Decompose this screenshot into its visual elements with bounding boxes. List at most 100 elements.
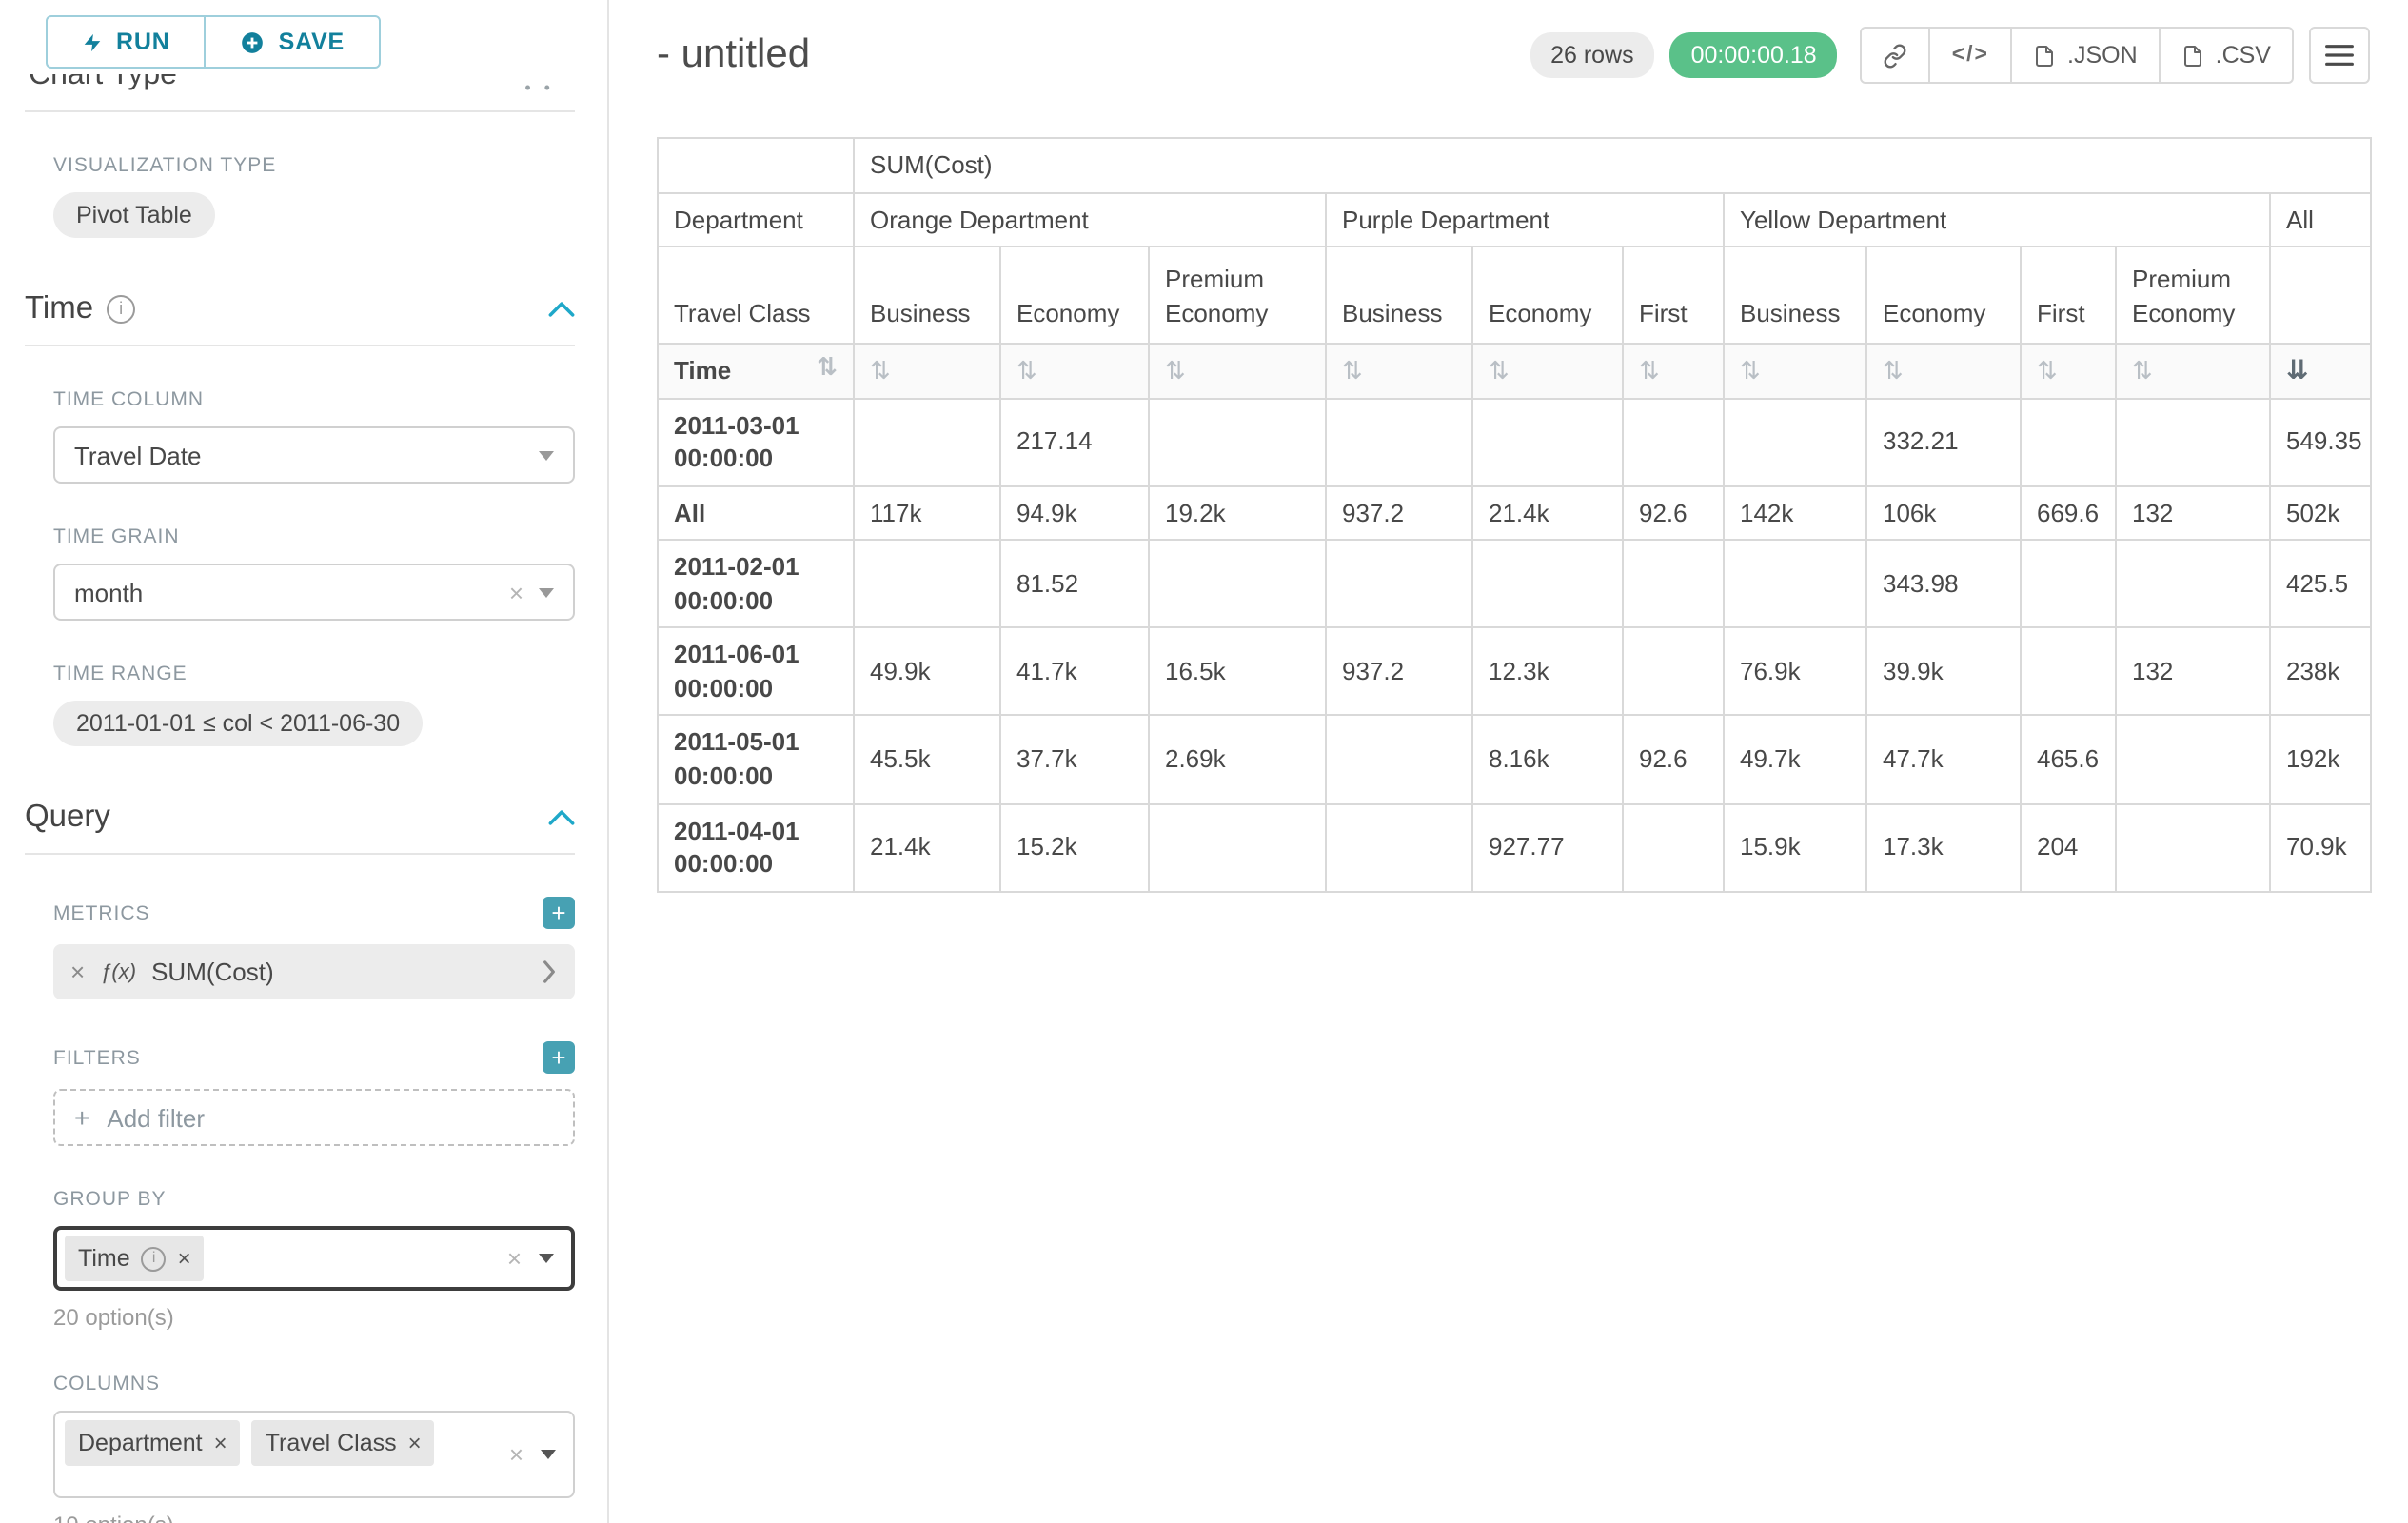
filters-label: FILTERS — [53, 1046, 141, 1069]
travel-class-header: Travel Class — [658, 247, 854, 344]
chevron-up-icon — [548, 301, 575, 318]
add-filter-plus-button[interactable]: + — [543, 1041, 575, 1074]
menu-button[interactable] — [2309, 27, 2370, 84]
cell: 669.6 — [2021, 485, 2116, 540]
run-button[interactable]: RUN — [46, 15, 207, 69]
caret-down-icon — [539, 1254, 554, 1263]
cell: 332.21 — [1866, 398, 2021, 485]
add-metric-button[interactable]: + — [543, 897, 575, 929]
sort-icon: ⇅ — [1165, 358, 1186, 386]
query-section-header[interactable]: Query — [25, 800, 575, 836]
clear-all-icon[interactable]: × — [507, 1244, 522, 1273]
time-column-control: TIME COLUMN Travel Date — [53, 388, 575, 484]
json-label: .JSON — [2067, 42, 2138, 69]
cell: 2.69k — [1149, 716, 1326, 803]
time-row-header[interactable]: ⇅Time — [658, 344, 854, 398]
columns-option-count: 19 option(s) — [53, 1512, 575, 1523]
time-section-header[interactable]: Time i — [25, 291, 575, 327]
sort-column-button-active[interactable]: ⇊ — [2270, 344, 2371, 398]
clear-all-icon[interactable]: × — [509, 1440, 523, 1469]
sort-column-button[interactable]: ⇅ — [1000, 344, 1149, 398]
column-header: Premium Economy — [1149, 247, 1326, 344]
cell — [1326, 803, 1472, 891]
time-column-select[interactable]: Travel Date — [53, 426, 575, 484]
plus-icon: + — [551, 1043, 565, 1072]
function-icon: ƒ(x) — [100, 960, 136, 983]
column-header: Economy — [1000, 247, 1149, 344]
time-grain-select[interactable]: month × — [53, 564, 575, 621]
sort-column-button[interactable]: ⇅ — [2116, 344, 2270, 398]
visualization-type-value[interactable]: Pivot Table — [53, 192, 215, 238]
metric-header-row: SUM(Cost) — [658, 138, 2371, 192]
column-header: Economy — [1866, 247, 2021, 344]
group-by-control: GROUP BY Time i × × 20 option(s) — [53, 1188, 575, 1331]
columns-chip-travel-class[interactable]: Travel Class × — [252, 1420, 435, 1466]
sort-column-button[interactable]: ⇅ — [2021, 344, 2116, 398]
row-label: 2011-06-01 00:00:00 — [658, 628, 854, 716]
caret-down-icon — [539, 587, 554, 597]
clear-icon[interactable]: × — [509, 578, 523, 606]
cell: 94.9k — [1000, 485, 1149, 540]
metrics-control: METRICS + × ƒ(x) SUM(Cost) — [53, 897, 575, 999]
group-by-select[interactable]: Time i × × — [53, 1226, 575, 1291]
view-query-button[interactable]: </> — [1931, 27, 2012, 84]
csv-label: .CSV — [2216, 42, 2271, 69]
visualization-type-label: VISUALIZATION TYPE — [53, 154, 575, 177]
sort-column-button[interactable]: ⇅ — [1326, 344, 1472, 398]
metric-chip[interactable]: × ƒ(x) SUM(Cost) — [53, 944, 575, 999]
sort-column-button[interactable]: ⇅ — [1623, 344, 1724, 398]
cell: 41.7k — [1000, 628, 1149, 716]
download-json-button[interactable]: .JSON — [2012, 27, 2161, 84]
remove-metric-icon[interactable]: × — [70, 958, 85, 986]
download-csv-button[interactable]: .CSV — [2161, 27, 2294, 84]
menu-icon — [2324, 42, 2355, 69]
remove-chip-icon[interactable]: × — [408, 1430, 422, 1456]
copy-link-button[interactable] — [1861, 27, 1931, 84]
column-header: Business — [854, 247, 1000, 344]
export-button-group: </> .JSON .CSV — [1861, 27, 2294, 84]
chart-type-heading-clipped: Chart Type •• — [29, 74, 575, 99]
department-header-row: Department Orange Department Purple Depa… — [658, 192, 2371, 247]
columns-select[interactable]: Department × Travel Class × × — [53, 1411, 575, 1498]
table-row: 2011-02-01 00:00:00 81.52 343.98 425.5 — [658, 541, 2371, 628]
result-toolbar: 26 rows 00:00:00.18 </> .JSON . — [1530, 27, 2370, 84]
table-row: 2011-04-01 00:00:00 21.4k 15.2k 927.77 1… — [658, 803, 2371, 891]
cell: 39.9k — [1866, 628, 2021, 716]
sort-column-button[interactable]: ⇅ — [1866, 344, 2021, 398]
column-header: First — [1623, 247, 1724, 344]
cell — [2116, 716, 2270, 803]
section-divider — [25, 110, 575, 112]
section-divider — [25, 345, 575, 346]
group-by-chip-time[interactable]: Time i × — [65, 1236, 205, 1281]
remove-chip-icon[interactable]: × — [178, 1245, 191, 1272]
sort-column-button[interactable]: ⇅ — [854, 344, 1000, 398]
time-range-value[interactable]: 2011-01-01 ≤ col < 2011-06-30 — [53, 701, 423, 746]
bolt-icon — [82, 30, 103, 54]
cell: 937.2 — [1326, 485, 1472, 540]
link-icon — [1884, 43, 1908, 68]
add-filter-label: Add filter — [107, 1103, 205, 1132]
explore-window: RUN SAVE Chart Type •• VISUALIZATION TYP… — [0, 0, 2408, 1523]
column-header: Business — [1724, 247, 1866, 344]
sort-column-button[interactable]: ⇅ — [1149, 344, 1326, 398]
cell — [854, 541, 1000, 628]
timer-badge: 00:00:00.18 — [1670, 32, 1838, 78]
row-label: 2011-04-01 00:00:00 — [658, 803, 854, 891]
table-row: 2011-03-01 00:00:00 217.14 332.21 549.35 — [658, 398, 2371, 485]
result-header: - untitled 26 rows 00:00:00.18 </> .JSON — [657, 23, 2370, 88]
travel-class-header-row: Travel Class Business Economy Premium Ec… — [658, 247, 2371, 344]
cell: 8.16k — [1472, 716, 1623, 803]
sort-column-button[interactable]: ⇅ — [1472, 344, 1623, 398]
save-button[interactable]: SAVE — [205, 15, 381, 69]
cell: 49.7k — [1724, 716, 1866, 803]
sort-column-button[interactable]: ⇅ — [1724, 344, 1866, 398]
columns-chip-department[interactable]: Department × — [65, 1420, 241, 1466]
add-filter-button[interactable]: + Add filter — [53, 1089, 575, 1146]
query-section-title: Query — [25, 800, 110, 836]
cell: 45.5k — [854, 716, 1000, 803]
cell: 343.98 — [1866, 541, 2021, 628]
remove-chip-icon[interactable]: × — [214, 1430, 227, 1456]
all-header: All — [2270, 192, 2371, 247]
cell — [1724, 541, 1866, 628]
sort-icon: ⇅ — [1639, 358, 1660, 386]
